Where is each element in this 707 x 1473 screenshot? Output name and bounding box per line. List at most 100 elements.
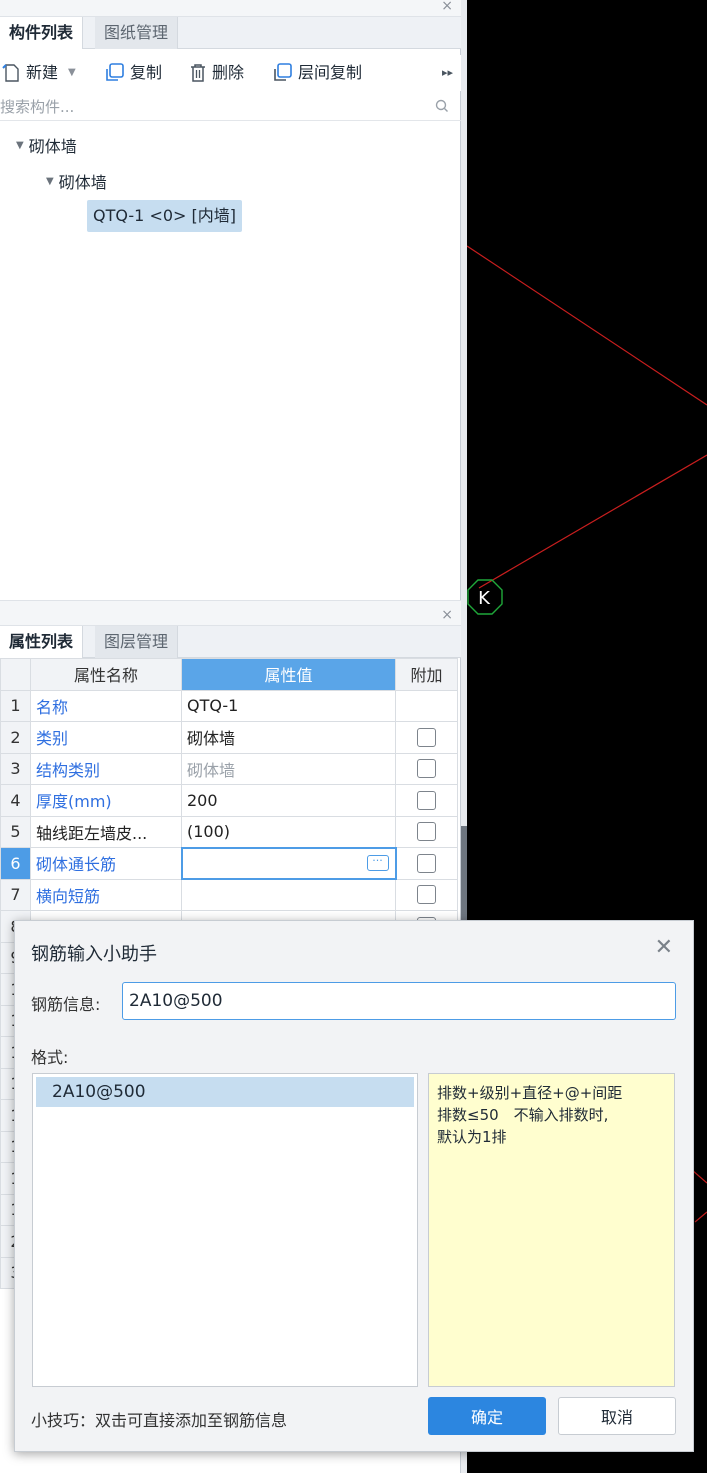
- table-row[interactable]: 1 名称 QTQ-1: [0, 689, 458, 722]
- property-value[interactable]: 砌体墙: [181, 752, 396, 785]
- tab-property-list[interactable]: 属性列表: [0, 626, 84, 658]
- tree-leaf-qtq1[interactable]: QTQ-1 <0> [内墙]: [87, 200, 243, 232]
- close-icon[interactable]: ✕: [655, 937, 673, 959]
- property-value[interactable]: [181, 878, 396, 911]
- copy-button[interactable]: 复制: [104, 55, 162, 91]
- search-input[interactable]: [0, 95, 420, 119]
- wall-line-upper: [466, 245, 707, 406]
- property-name: 轴线距左墙皮...: [30, 815, 182, 848]
- component-toolbar: 新建 ▼ 复制 删除 层间复制 ▸▸: [0, 55, 461, 91]
- property-value[interactable]: 砌体墙: [181, 721, 396, 754]
- extra-cell: [395, 815, 458, 848]
- col-name-header: 属性名称: [30, 658, 182, 691]
- extra-checkbox[interactable]: [417, 790, 436, 810]
- trash-icon: [191, 64, 205, 82]
- search-icon[interactable]: [435, 99, 449, 113]
- rebar-info-input[interactable]: [122, 982, 676, 1020]
- tab-drawing-management[interactable]: 图纸管理: [95, 17, 179, 49]
- row-index: 6: [0, 847, 31, 880]
- property-panel-header: ×: [0, 600, 461, 626]
- property-name: 类别: [30, 721, 182, 754]
- extra-cell: [395, 721, 458, 754]
- floor-copy-label: 层间复制: [298, 63, 363, 82]
- close-icon[interactable]: ×: [441, 0, 453, 14]
- table-row[interactable]: 2 类别 砌体墙: [0, 721, 458, 754]
- ellipsis-button[interactable]: ···: [366, 854, 389, 871]
- hint-line: 排数+级别+直径+@+间距: [437, 1084, 623, 1102]
- property-name: 名称: [30, 689, 182, 722]
- delete-label: 删除: [212, 63, 245, 82]
- extra-cell: [395, 784, 458, 817]
- delete-button[interactable]: 删除: [188, 55, 244, 91]
- caret-down-icon[interactable]: ▼: [46, 176, 54, 187]
- chevron-down-icon[interactable]: ▼: [68, 55, 76, 91]
- format-list-item[interactable]: 2A10@500: [36, 1077, 414, 1107]
- hint-line: 默认为1排: [437, 1128, 507, 1146]
- wall-line-lower: [478, 454, 707, 589]
- format-list[interactable]: 2A10@500: [32, 1073, 418, 1387]
- row-index: 3: [0, 752, 31, 785]
- hint-line: 排数≤50 不输入排数时,: [437, 1106, 609, 1124]
- table-row[interactable]: 7 横向短筋: [0, 878, 458, 911]
- extra-cell: [395, 878, 458, 911]
- extra-checkbox[interactable]: [417, 885, 436, 905]
- caret-down-icon[interactable]: ▼: [16, 140, 24, 151]
- toolbar-overflow-icon[interactable]: ▸▸: [442, 55, 453, 91]
- property-name: 厚度(mm): [30, 784, 182, 817]
- row-index: 4: [0, 784, 31, 817]
- property-name: 结构类别: [30, 752, 182, 785]
- extra-checkbox[interactable]: [417, 759, 436, 779]
- row-index: 2: [0, 721, 31, 754]
- component-panel-header: ×: [0, 0, 461, 17]
- search-row: [0, 93, 461, 121]
- property-grid-header: 属性名称 属性值 附加: [0, 658, 458, 691]
- tree-root-label: 砌体墙: [28, 137, 77, 156]
- extra-checkbox[interactable]: [417, 853, 437, 873]
- tip-text: 小技巧：双击可直接添加至钢筋信息: [31, 1411, 288, 1430]
- new-file-icon: [2, 64, 19, 82]
- col-value-header: 属性值: [181, 658, 396, 691]
- property-value[interactable]: (100): [181, 815, 396, 848]
- property-name: 横向短筋: [30, 878, 182, 911]
- new-button[interactable]: 新建 ▼: [2, 55, 76, 91]
- extra-checkbox[interactable]: [417, 727, 436, 747]
- extra-checkbox[interactable]: [417, 822, 436, 842]
- extra-cell: [395, 689, 458, 722]
- copy-label: 复制: [130, 63, 163, 82]
- wall-line-bottom-a: [691, 1169, 707, 1184]
- tab-component-list[interactable]: 构件列表: [0, 17, 84, 49]
- row-index: 7: [0, 878, 31, 911]
- component-tabbar: 构件列表 图纸管理: [0, 17, 461, 49]
- extra-cell: [395, 752, 458, 785]
- table-row[interactable]: 6 砌体通长筋 ···: [0, 846, 458, 880]
- row-index: 5: [0, 815, 31, 848]
- col-extra-header: 附加: [395, 658, 458, 691]
- tab-layer-management[interactable]: 图层管理: [95, 626, 179, 658]
- close-icon[interactable]: ×: [441, 607, 453, 623]
- table-row[interactable]: 4 厚度(mm) 200: [0, 784, 458, 817]
- table-row[interactable]: 3 结构类别 砌体墙: [0, 752, 458, 785]
- floor-copy-icon: [274, 63, 292, 81]
- ok-button[interactable]: 确定: [428, 1397, 546, 1435]
- copy-icon: [106, 63, 124, 81]
- property-value[interactable]: 200: [181, 784, 396, 817]
- property-value[interactable]: ···: [180, 846, 397, 880]
- table-row[interactable]: 5 轴线距左墙皮... (100): [0, 815, 458, 848]
- tree-root[interactable]: ▼ 砌体墙: [16, 133, 77, 157]
- floor-copy-button[interactable]: 层间复制: [272, 55, 362, 91]
- format-hint-panel: 排数+级别+直径+@+间距 排数≤50 不输入排数时, 默认为1排: [428, 1073, 675, 1387]
- property-tabbar: 属性列表 图层管理: [0, 626, 461, 658]
- cancel-button[interactable]: 取消: [558, 1397, 676, 1435]
- rebar-input-dialog: 钢筋输入小助手 ✕ 钢筋信息: 格式: 2A10@500 排数+级别+直径+@+…: [14, 920, 694, 1452]
- dialog-title: 钢筋输入小助手: [31, 944, 157, 965]
- tree-child[interactable]: ▼ 砌体墙: [46, 169, 107, 193]
- row-index: 1: [0, 689, 31, 722]
- tree-child-label: 砌体墙: [58, 173, 107, 192]
- wall-line-bottom-b: [694, 1211, 707, 1223]
- rebar-info-label: 钢筋信息:: [31, 995, 101, 1014]
- axis-label: K: [478, 588, 491, 609]
- new-label: 新建: [26, 63, 59, 82]
- property-name: 砌体通长筋: [30, 847, 182, 880]
- extra-cell: [395, 847, 458, 880]
- property-value[interactable]: QTQ-1: [181, 689, 396, 722]
